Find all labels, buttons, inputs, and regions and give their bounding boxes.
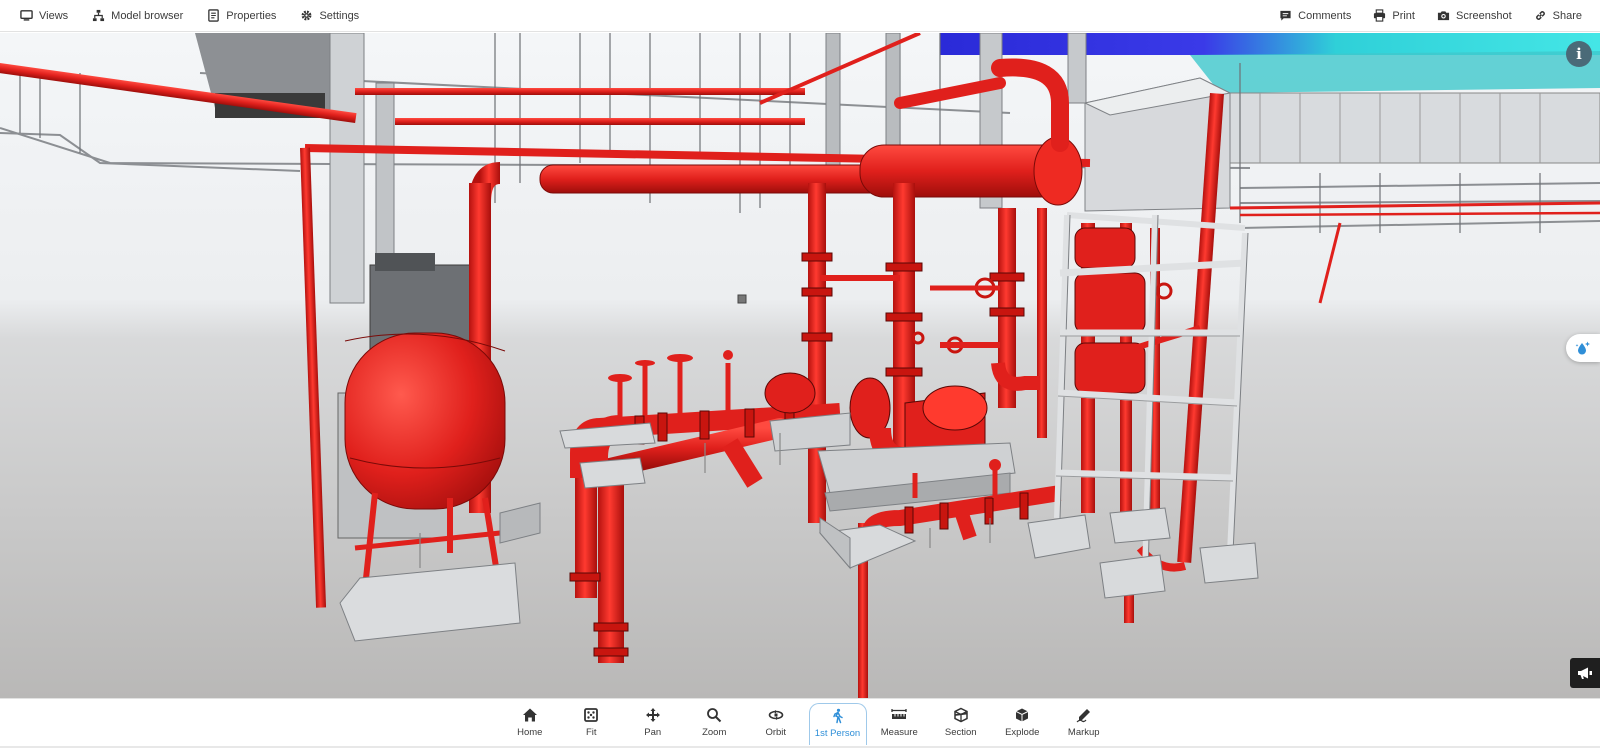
bottom-toolbar: Home Fit Pan Zoom Orbit 1st Person Measu…	[0, 698, 1600, 748]
section-icon	[954, 707, 968, 723]
tool-label: Fit	[585, 727, 597, 738]
comment-icon	[1280, 10, 1291, 21]
model-browser-label: Model browser	[111, 9, 184, 22]
pan-icon	[645, 708, 660, 722]
ruler-icon	[891, 709, 907, 719]
tool-home[interactable]: Home	[499, 703, 561, 745]
gear-icon	[302, 10, 312, 21]
3d-model-canvas[interactable]	[0, 33, 1600, 698]
tool-label: Section	[944, 727, 977, 738]
link-icon	[1535, 11, 1545, 20]
announcements-button[interactable]	[1570, 658, 1600, 688]
tool-explode[interactable]: Explode	[992, 703, 1054, 745]
tool-label: 1st Person	[814, 728, 861, 739]
tool-label: Measure	[880, 727, 918, 738]
tool-pan[interactable]: Pan	[622, 703, 684, 745]
ai-assistant-button[interactable]	[1566, 334, 1600, 362]
explode-icon	[1016, 708, 1029, 722]
tool-orbit[interactable]: Orbit	[745, 703, 807, 745]
tool-measure[interactable]: Measure	[869, 703, 931, 745]
share-button[interactable]: Share	[1534, 0, 1582, 32]
model-viewport[interactable]: i	[0, 33, 1600, 698]
document-icon	[208, 9, 220, 22]
info-label: i	[1576, 45, 1582, 63]
views-button[interactable]: Views	[20, 0, 68, 32]
tool-markup[interactable]: Markup	[1053, 703, 1115, 745]
model-browser-button[interactable]: Model browser	[92, 0, 183, 32]
tool-section[interactable]: Section	[930, 703, 992, 745]
orbit-icon	[768, 710, 784, 720]
hierarchy-icon	[93, 9, 105, 22]
share-label: Share	[1552, 9, 1582, 22]
properties-button[interactable]: Properties	[207, 0, 276, 32]
info-button[interactable]: i	[1566, 41, 1592, 67]
properties-label: Properties	[226, 9, 277, 22]
comments-label: Comments	[1298, 9, 1352, 22]
comments-button[interactable]: Comments	[1279, 0, 1351, 32]
navigation-tools: Home Fit Pan Zoom Orbit 1st Person Measu…	[499, 699, 1115, 749]
tool-label: Markup	[1067, 727, 1100, 738]
print-label: Print	[1392, 9, 1415, 22]
tool-label: Home	[517, 727, 543, 738]
settings-label: Settings	[319, 9, 360, 22]
tool-label: Explode	[1005, 727, 1040, 738]
screenshot-button[interactable]: Screenshot	[1437, 0, 1512, 32]
top-toolbar-right: Comments Print Screenshot Share	[1257, 0, 1600, 32]
pen-icon	[1076, 709, 1090, 723]
home-icon	[522, 708, 537, 722]
tool-label: Pan	[644, 727, 662, 738]
zoom-icon	[707, 708, 722, 723]
settings-button[interactable]: Settings	[300, 0, 359, 32]
tool-fit[interactable]: Fit	[561, 703, 623, 745]
walk-icon	[832, 708, 843, 724]
camera-icon	[1437, 11, 1450, 21]
top-toolbar-left: Views Model browser Properties Settings	[0, 0, 383, 32]
fit-icon	[584, 708, 599, 722]
top-toolbar: Views Model browser Properties Settings …	[0, 0, 1600, 32]
tool-1st-person[interactable]: 1st Person	[808, 703, 867, 745]
droplet-sparkle-icon	[1575, 341, 1590, 355]
monitor-icon	[20, 10, 33, 21]
screenshot-label: Screenshot	[1455, 9, 1512, 22]
tool-label: Zoom	[702, 727, 727, 738]
print-button[interactable]: Print	[1373, 0, 1415, 32]
megaphone-icon	[1578, 667, 1592, 679]
printer-icon	[1374, 9, 1386, 22]
views-label: Views	[39, 9, 69, 22]
tool-label: Orbit	[765, 727, 787, 738]
tool-zoom[interactable]: Zoom	[684, 703, 746, 745]
